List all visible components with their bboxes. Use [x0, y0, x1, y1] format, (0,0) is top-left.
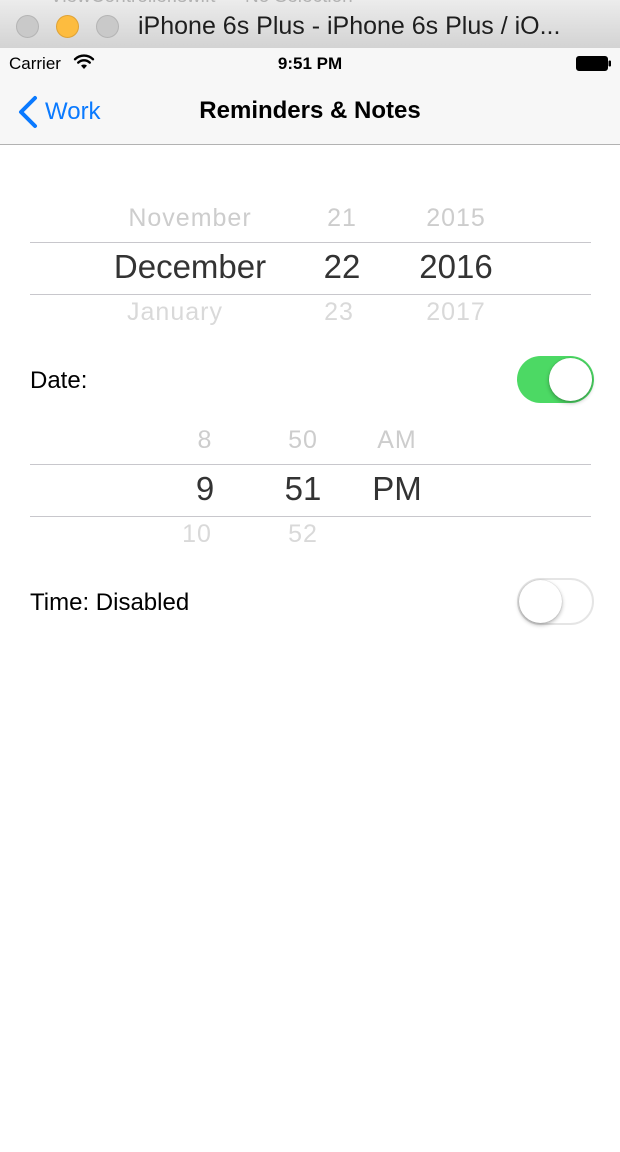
date-picker[interactable]: November December January 21 22 23 2015 … [30, 200, 591, 332]
navigation-bar: Work Reminders & Notes [0, 80, 620, 145]
window-zoom-button[interactable] [96, 15, 119, 38]
time-toggle-switch[interactable] [517, 578, 594, 625]
picker-period-prev[interactable]: AM [377, 426, 417, 455]
picker-month-prev[interactable]: November [128, 204, 251, 233]
status-bar: Carrier 9:51 PM [0, 48, 620, 80]
picker-year-next[interactable]: 2017 [426, 298, 486, 327]
picker-year-selected[interactable]: 2016 [419, 248, 492, 286]
window-minimize-button[interactable] [56, 15, 79, 38]
picker-day-selected[interactable]: 22 [324, 248, 361, 286]
time-picker[interactable]: 8 9 10 50 51 52 AM PM [30, 422, 591, 554]
simulator-title-bar: ViewController.swift — No Selection iPho… [0, 0, 620, 49]
date-label: Date: [30, 367, 88, 394]
window-close-button[interactable] [16, 15, 39, 38]
battery-icon [576, 56, 612, 77]
picker-minute-prev[interactable]: 50 [288, 426, 318, 455]
date-toggle-switch[interactable] [517, 356, 594, 403]
picker-selection-top-line [30, 464, 591, 465]
page-title: Reminders & Notes [199, 97, 421, 124]
picker-minute-selected[interactable]: 51 [285, 470, 322, 508]
picker-hour-next[interactable]: 10 [182, 520, 212, 549]
status-time: 9:51 PM [277, 54, 343, 73]
time-toggle-knob [519, 580, 562, 623]
picker-day-next[interactable]: 23 [324, 298, 354, 327]
background-window-title: ViewController.swift — No Selection [50, 0, 353, 8]
picker-selection-bottom-line [30, 294, 591, 295]
picker-month-selected[interactable]: December [114, 248, 266, 286]
picker-month-next[interactable]: January [127, 298, 223, 327]
picker-day-prev[interactable]: 21 [327, 204, 357, 233]
window-title: iPhone 6s Plus - iPhone 6s Plus / iO... [138, 12, 561, 40]
picker-selection-bottom-line [30, 516, 591, 517]
picker-selection-top-line [30, 242, 591, 243]
picker-period-selected[interactable]: PM [372, 470, 422, 508]
picker-hour-prev[interactable]: 8 [198, 426, 213, 455]
time-label: Time: Disabled [30, 589, 190, 616]
date-toggle-knob [549, 358, 592, 401]
picker-minute-next[interactable]: 52 [288, 520, 318, 549]
picker-hour-selected[interactable]: 9 [196, 470, 214, 508]
picker-year-prev[interactable]: 2015 [426, 204, 486, 233]
